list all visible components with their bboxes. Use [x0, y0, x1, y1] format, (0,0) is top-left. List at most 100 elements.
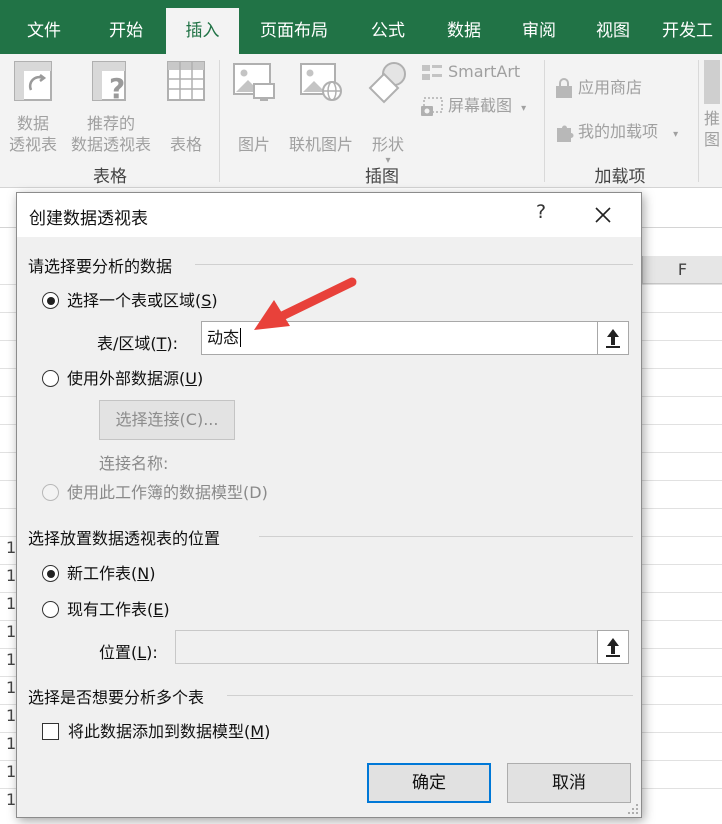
- svg-text:?: ?: [109, 72, 125, 104]
- range-input[interactable]: 动态: [201, 321, 599, 355]
- radio-indicator: [42, 370, 59, 387]
- tab-insert[interactable]: 插入: [166, 8, 239, 54]
- pictures-label: 图片: [237, 135, 270, 154]
- pivot-table-icon: [14, 61, 52, 101]
- group-label-tables: 表格: [93, 167, 127, 187]
- checkbox-add-to-data-model[interactable]: 将此数据添加到数据模型(M): [42, 721, 270, 743]
- picture-icon: [233, 63, 275, 101]
- shapes-button[interactable]: 形状 ▾: [362, 60, 414, 167]
- range-collapse-button[interactable]: [597, 321, 629, 355]
- row-number: 1: [6, 538, 17, 557]
- online-pictures-label: 联机图片: [288, 135, 353, 154]
- recommended-pivot-label-2: 数据透视表: [70, 135, 151, 154]
- addins-icon: [557, 125, 574, 142]
- location-label: 位置(L):: [99, 643, 158, 662]
- radio-existing-worksheet[interactable]: 现有工作表(E): [42, 599, 170, 621]
- tab-data[interactable]: 数据: [434, 0, 494, 54]
- group-separator: [698, 60, 699, 182]
- tab-page-layout[interactable]: 页面布局: [252, 0, 336, 54]
- tab-view[interactable]: 视图: [583, 0, 643, 54]
- screenshot-dropdown-icon: ▾: [521, 103, 527, 114]
- column-header-f[interactable]: F: [642, 256, 722, 284]
- collapse-arrow-icon: [606, 329, 620, 348]
- online-picture-icon: [300, 63, 342, 101]
- tab-developer[interactable]: 开发工: [662, 0, 722, 54]
- radio-indicator: [42, 292, 59, 309]
- section-divider: [259, 536, 633, 537]
- ribbon-tab-bar: 文件 开始 插入 页面布局 公式 数据 审阅 视图 开发工: [0, 0, 722, 54]
- section-divider: [227, 695, 633, 696]
- dialog-title-bar: 创建数据透视表 ?: [17, 193, 641, 237]
- radio-select-range[interactable]: 选择一个表或区域(S): [42, 290, 218, 312]
- row-number: 1: [6, 734, 17, 753]
- shapes-icon: [368, 62, 406, 104]
- row-number: 1: [6, 706, 17, 725]
- checkbox-indicator: [42, 723, 59, 740]
- store-button[interactable]: 应用商店: [554, 74, 642, 100]
- radio-indicator: [42, 484, 59, 501]
- table-icon: [167, 61, 205, 101]
- smartart-label: SmartArt: [448, 62, 521, 81]
- resize-grip-icon[interactable]: [625, 801, 639, 815]
- recommended-charts-button[interactable]: 推 图: [704, 60, 722, 150]
- pictures-button[interactable]: 图片: [228, 60, 280, 155]
- tab-file[interactable]: 文件: [14, 0, 74, 54]
- choose-connection-button[interactable]: 选择连接(C)...: [99, 400, 235, 440]
- store-icon: [556, 77, 572, 98]
- recommended-pivot-icon: ?: [92, 61, 126, 105]
- text-caret: [240, 328, 242, 347]
- range-label: 表/区域(T):: [97, 334, 179, 353]
- group-label-addins: 加载项: [594, 167, 646, 187]
- pivot-table-label-2: 透视表: [8, 135, 57, 154]
- create-pivot-table-dialog: 创建数据透视表 ? 请选择要分析的数据 选择一个表或区域(S) 表/区域(T):…: [16, 192, 642, 818]
- pivot-table-button[interactable]: 数据 透视表: [4, 60, 62, 155]
- help-button[interactable]: ?: [529, 201, 553, 223]
- online-pictures-button[interactable]: 联机图片: [284, 60, 358, 155]
- table-button[interactable]: 表格: [160, 60, 212, 155]
- row-number: 1: [6, 566, 17, 585]
- ribbon-insert: 数据 透视表 ? 推荐的 数据透视表 表格 表格 图片 联机图片 形状 ▾ Sm…: [0, 54, 722, 188]
- radio-indicator: [42, 565, 59, 582]
- screenshot-icon: [421, 96, 443, 116]
- dialog-title: 创建数据透视表: [29, 209, 148, 229]
- section-choose-data: 请选择要分析的数据: [28, 257, 173, 276]
- location-input[interactable]: [175, 630, 599, 664]
- group-separator: [219, 60, 220, 182]
- tab-formulas[interactable]: 公式: [358, 0, 418, 54]
- ok-button[interactable]: 确定: [367, 763, 491, 803]
- row-number: 1: [6, 762, 17, 781]
- section-multiple-tables: 选择是否想要分析多个表: [28, 688, 205, 707]
- store-label: 应用商店: [578, 78, 643, 97]
- radio-external-source[interactable]: 使用外部数据源(U): [42, 368, 203, 390]
- pivot-table-label-1: 数据: [16, 114, 49, 133]
- connection-name-label: 连接名称:: [99, 454, 169, 473]
- tab-home[interactable]: 开始: [96, 0, 156, 54]
- recommended-charts-label-2: 图: [704, 130, 721, 149]
- group-separator: [544, 60, 545, 182]
- row-number: 1: [6, 594, 17, 613]
- section-divider: [195, 264, 633, 265]
- smartart-icon: [422, 64, 442, 80]
- cancel-button[interactable]: 取消: [507, 763, 631, 803]
- recommended-charts-label-1: 推: [704, 109, 721, 128]
- collapse-arrow-icon: [606, 638, 620, 657]
- row-number: 1: [6, 650, 17, 669]
- radio-data-model[interactable]: 使用此工作簿的数据模型(D): [42, 482, 268, 504]
- my-addins-button[interactable]: 我的加载项 ▾: [554, 118, 678, 144]
- screenshot-button[interactable]: 屏幕截图 ▾: [420, 92, 526, 118]
- shapes-label: 形状: [371, 135, 404, 154]
- chart-icon: [704, 60, 720, 104]
- radio-indicator: [42, 601, 59, 618]
- radio-new-worksheet[interactable]: 新工作表(N): [42, 563, 155, 585]
- screenshot-label: 屏幕截图: [448, 96, 513, 115]
- row-number: 1: [6, 622, 17, 641]
- location-collapse-button[interactable]: [597, 630, 629, 664]
- my-addins-dropdown-icon: ▾: [673, 129, 679, 140]
- row-number: 1: [6, 678, 17, 697]
- recommended-pivot-button[interactable]: ? 推荐的 数据透视表: [64, 60, 158, 155]
- close-icon[interactable]: [591, 203, 615, 227]
- my-addins-label: 我的加载项: [578, 122, 659, 141]
- group-label-illustrations: 插图: [365, 167, 399, 187]
- smartart-button[interactable]: SmartArt: [420, 62, 520, 83]
- tab-review[interactable]: 审阅: [509, 0, 569, 54]
